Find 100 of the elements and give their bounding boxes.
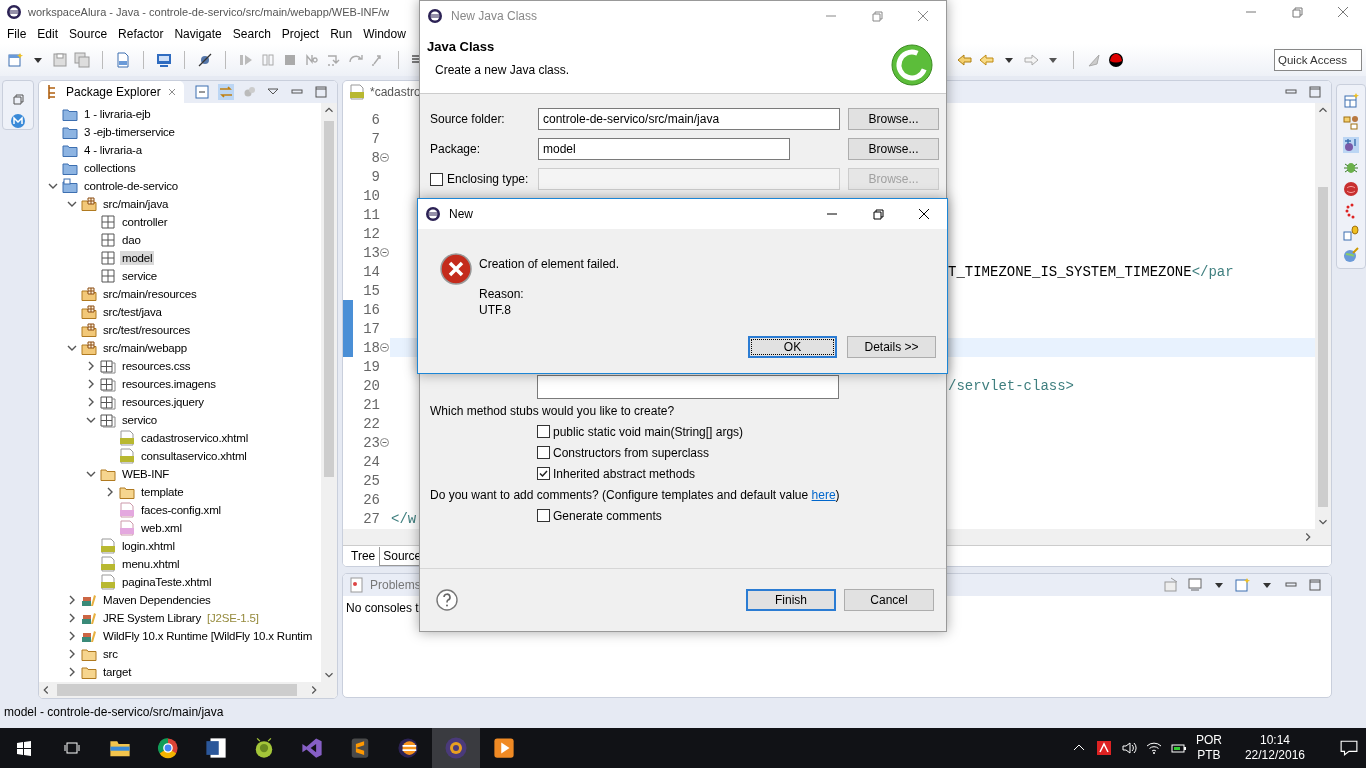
menu-item[interactable]: Search bbox=[232, 27, 271, 41]
question-text: Do you want to add comments? (Configure templates and default value here) bbox=[430, 487, 840, 502]
input-field[interactable]: controle-de-servico/src/main/java bbox=[538, 108, 840, 130]
code-text: </w bbox=[391, 510, 417, 527]
tree-item[interactable]: servico bbox=[120, 413, 160, 427]
line-number: 16 bbox=[363, 301, 380, 318]
library-version: [J2SE-1.5] bbox=[207, 612, 259, 624]
tree-item[interactable]: model bbox=[120, 251, 155, 265]
tree-item[interactable]: service bbox=[120, 269, 160, 283]
menu-item[interactable]: Source bbox=[69, 27, 108, 41]
tree-item[interactable]: 3 -ejb-timerservice bbox=[82, 125, 177, 139]
editor-mode-tab[interactable]: Tree bbox=[347, 547, 380, 566]
field-label: Package: bbox=[430, 142, 481, 156]
checkbox-label: Inherited abstract methods bbox=[553, 466, 696, 481]
tree-item[interactable]: src/main/resources bbox=[101, 287, 199, 301]
tree-item[interactable]: dao bbox=[120, 233, 143, 247]
tree-item[interactable]: menu.xhtml bbox=[120, 557, 182, 571]
tree-item[interactable]: resources.imagens bbox=[120, 377, 218, 391]
menu-item[interactable]: File bbox=[7, 27, 27, 41]
error-message: Creation of element failed. bbox=[479, 257, 620, 271]
line-number: 18 bbox=[363, 339, 380, 356]
tree-item[interactable]: resources.jquery bbox=[120, 395, 206, 409]
tree-item[interactable]: 1 - livraria-ejb bbox=[82, 107, 153, 121]
reason-label: Reason: bbox=[479, 287, 525, 301]
dialog-title: New bbox=[449, 207, 473, 221]
tree-item[interactable]: controller bbox=[120, 215, 170, 229]
clock[interactable]: 10:14 22/12/2016 bbox=[1244, 733, 1305, 763]
menu-item[interactable]: Run bbox=[330, 27, 353, 41]
question-text: Which method stubs would you like to create? bbox=[429, 402, 676, 420]
reason-text: UTF.8 bbox=[479, 303, 512, 317]
status-text: model - controle-de-servico/src/main/java bbox=[4, 705, 224, 719]
code-text: </par bbox=[1191, 263, 1234, 280]
line-number: 11 bbox=[363, 206, 380, 223]
browse-button[interactable]: Browse... bbox=[848, 108, 939, 130]
browse-button[interactable]: Browse... bbox=[848, 138, 939, 160]
input-field[interactable]: model bbox=[538, 138, 790, 160]
tree-item[interactable]: WEB-INF bbox=[120, 467, 172, 481]
line-number: 17 bbox=[363, 320, 380, 337]
line-number: 12 bbox=[363, 225, 380, 242]
line-number: 7 bbox=[371, 130, 380, 147]
tree-item[interactable]: template bbox=[139, 485, 186, 499]
line-number: 14 bbox=[363, 263, 380, 280]
tree-item[interactable]: web.xml bbox=[139, 521, 184, 535]
view-tab[interactable]: Package Explorer bbox=[39, 81, 184, 103]
line-number: 19 bbox=[363, 358, 380, 375]
line-number: 6 bbox=[371, 111, 380, 128]
tree-item[interactable]: collections bbox=[82, 161, 138, 175]
checkbox-label: Constructors from superclass bbox=[553, 445, 710, 460]
tree-item[interactable]: Maven Dependencies bbox=[101, 593, 213, 607]
tree-item[interactable]: src/main/webapp bbox=[101, 341, 189, 355]
line-number: 24 bbox=[363, 453, 380, 470]
tree-item[interactable]: src/test/java bbox=[101, 305, 164, 319]
input-language[interactable]: POR PTB bbox=[1195, 733, 1222, 763]
tree-item[interactable]: WildFly 10.x Runtime [WildFly 10.x Runtim bbox=[101, 629, 315, 643]
dialog-button[interactable]: OK bbox=[748, 336, 837, 358]
line-number: 10 bbox=[363, 187, 380, 204]
dialog-heading: Java Class bbox=[427, 39, 495, 54]
dialog-button[interactable]: Finish bbox=[746, 589, 836, 611]
line-number: 15 bbox=[363, 282, 380, 299]
line-number: 20 bbox=[363, 377, 380, 394]
tree-item[interactable]: paginaTeste.xhtml bbox=[120, 575, 214, 589]
tree-item[interactable]: faces-config.xml bbox=[139, 503, 223, 517]
tree-item[interactable]: target bbox=[101, 665, 134, 679]
menu-item[interactable]: Window bbox=[363, 27, 406, 41]
quick-access-field[interactable]: Quick Access bbox=[1274, 49, 1362, 71]
line-number: 8 bbox=[371, 149, 380, 166]
tree-item[interactable]: src/test/resources bbox=[101, 323, 193, 337]
view-tab[interactable]: Problems bbox=[343, 574, 427, 596]
line-number: 13 bbox=[363, 244, 380, 261]
tree-item[interactable]: 4 - livraria-a bbox=[82, 143, 144, 157]
dialog-title: New Java Class bbox=[451, 9, 538, 23]
window-title: workspaceAlura - Java - controle-de-servico/src/main/webapp/WEB-INF/w bbox=[28, 6, 390, 18]
console-message: No consoles t bbox=[345, 600, 420, 617]
tree-item[interactable]: consultaservico.xhtml bbox=[139, 449, 249, 463]
menu-item[interactable]: Edit bbox=[37, 27, 59, 41]
code-text: /servlet-class> bbox=[948, 377, 1075, 394]
code-text: T_TIMEZONE_IS_SYSTEM_TIMEZONE bbox=[948, 263, 1192, 280]
here-link[interactable]: here bbox=[811, 487, 836, 502]
dialog-description: Create a new Java class. bbox=[435, 63, 570, 77]
tree-item[interactable]: src bbox=[101, 647, 120, 661]
tree-item[interactable]: resources.css bbox=[120, 359, 193, 373]
menu-item[interactable]: Navigate bbox=[174, 27, 222, 41]
line-number: 26 bbox=[363, 491, 380, 508]
checkbox-label: Generate comments bbox=[553, 508, 662, 523]
menu-item[interactable]: Project bbox=[281, 27, 320, 41]
line-number: 9 bbox=[371, 168, 380, 185]
tree-item[interactable]: cadastroservico.xhtml bbox=[139, 431, 250, 445]
dialog-button[interactable]: Cancel bbox=[844, 589, 934, 611]
menu-item[interactable]: Refactor bbox=[118, 27, 164, 41]
checkbox-label: public static void main(String[] args) bbox=[553, 424, 744, 439]
tree-item[interactable]: JRE System Library bbox=[101, 611, 203, 625]
tree-item[interactable]: login.xhtml bbox=[120, 539, 177, 553]
tree-item[interactable]: controle-de-servico bbox=[82, 179, 180, 193]
field-label: Enclosing type: bbox=[447, 172, 529, 186]
line-number: 21 bbox=[363, 396, 380, 413]
line-number: 25 bbox=[363, 472, 380, 489]
line-number: 23 bbox=[363, 434, 380, 451]
dialog-button[interactable]: Details >> bbox=[847, 336, 936, 358]
line-number: 27 bbox=[363, 510, 380, 527]
tree-item[interactable]: src/main/java bbox=[101, 197, 171, 211]
